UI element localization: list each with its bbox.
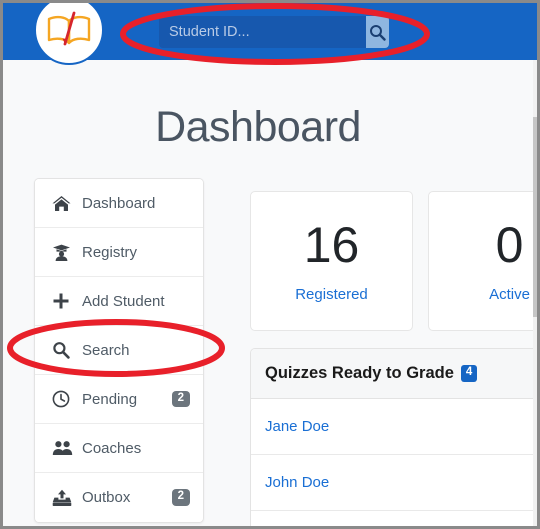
outbox-upload-icon xyxy=(52,489,76,507)
search-icon xyxy=(369,24,386,41)
stat-value: 16 xyxy=(303,216,360,273)
sidebar-item-label: Coaches xyxy=(82,439,142,457)
panel-header: Quizzes Ready to Grade 4 xyxy=(251,349,537,399)
quizzes-ready-to-grade-panel: Quizzes Ready to Grade 4 Jane Doe John D… xyxy=(250,348,537,526)
app-window: Dashboard Dashboard Registry xyxy=(0,0,540,529)
open-book-logo-icon xyxy=(45,10,93,50)
sidebar-item-registry[interactable]: Registry xyxy=(35,228,203,277)
list-item[interactable]: John Doe xyxy=(251,455,537,511)
sidebar-item-label: Pending xyxy=(82,390,138,408)
plus-icon xyxy=(52,292,76,310)
stat-card-registered[interactable]: 16 Registered xyxy=(250,191,413,331)
app-logo[interactable] xyxy=(34,3,104,65)
top-navigation-bar xyxy=(3,3,537,65)
sidebar-item-search[interactable]: Search xyxy=(35,326,203,375)
stat-label[interactable]: Registered xyxy=(295,286,368,303)
graduate-icon xyxy=(52,244,76,261)
search-icon xyxy=(52,341,76,359)
search-submit-button[interactable] xyxy=(366,16,389,48)
sidebar-item-label: Dashboard xyxy=(82,194,156,212)
vertical-scrollbar-track[interactable] xyxy=(533,60,537,526)
users-icon xyxy=(52,440,76,456)
stat-card-active[interactable]: 0 Active xyxy=(428,191,537,331)
sidebar-item-outbox[interactable]: Outbox 2 xyxy=(35,473,203,522)
list-item[interactable]: Jane Doe xyxy=(251,399,537,455)
sidebar-item-coaches[interactable]: Coaches xyxy=(35,424,203,473)
sidebar-item-add-student[interactable]: Add Student xyxy=(35,277,203,326)
student-id-search xyxy=(159,16,389,48)
sidebar-item-label: Outbox xyxy=(82,489,131,506)
home-icon xyxy=(52,195,76,212)
list-item[interactable] xyxy=(251,511,537,526)
stat-value: 0 xyxy=(495,216,524,273)
outbox-count-badge: 2 xyxy=(171,489,190,506)
search-input[interactable] xyxy=(159,16,366,48)
pending-count-badge: 2 xyxy=(171,390,190,408)
sidebar-item-label: Add Student xyxy=(82,292,165,310)
vertical-scrollbar-thumb[interactable] xyxy=(533,117,537,317)
clock-icon xyxy=(52,390,76,408)
sidebar-item-pending[interactable]: Pending 2 xyxy=(35,375,203,424)
student-link[interactable]: John Doe xyxy=(265,474,329,491)
panel-title: Quizzes Ready to Grade xyxy=(265,364,454,382)
sidebar-navigation: Dashboard Registry Add Student Search Pe… xyxy=(34,178,204,523)
page-title: Dashboard xyxy=(155,103,361,151)
stat-label[interactable]: Active xyxy=(489,286,530,303)
quiz-count-badge: 4 xyxy=(460,365,478,382)
sidebar-item-dashboard[interactable]: Dashboard xyxy=(35,179,203,228)
student-link[interactable]: Jane Doe xyxy=(265,418,329,435)
sidebar-item-label: Search xyxy=(82,341,130,359)
sidebar-item-label: Registry xyxy=(82,243,138,261)
